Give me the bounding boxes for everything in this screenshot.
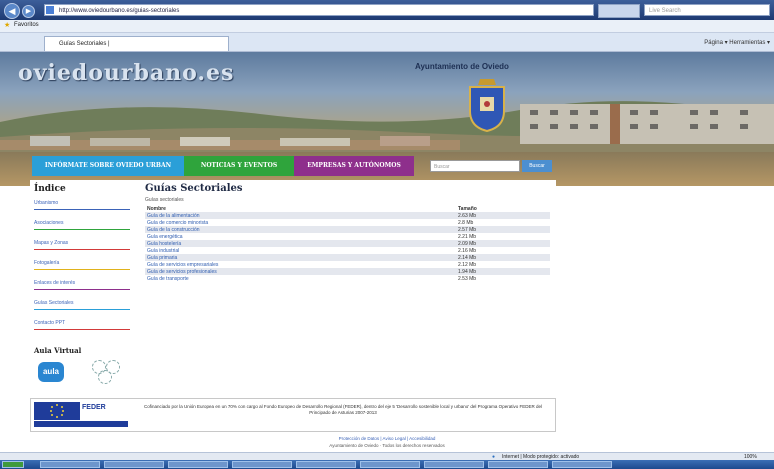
favorites-bar: ★ Favoritos — [0, 20, 774, 33]
table-row: Guía industrial 2.16 Mb — [145, 247, 550, 254]
aula-virtual-title: Aula Virtual — [34, 346, 82, 355]
feder-description: Cofinanciado por la Unión Europea en un … — [144, 404, 542, 415]
page-title: Guías Sectoriales — [145, 183, 243, 194]
refresh-stop-buttons[interactable] — [598, 4, 640, 18]
table-body: Guía de la alimentación 2.63 Mb Guía de co… — [145, 212, 550, 282]
taskbar-item[interactable] — [488, 461, 548, 468]
guide-link[interactable]: Guía de transporte — [145, 275, 456, 282]
site-logo[interactable]: oviedourbano.es — [18, 60, 234, 86]
table-row: Guía hostelería 2.09 Mb — [145, 240, 550, 247]
guide-size: 2.63 Mb — [456, 212, 550, 219]
column-header-size: Tamaño — [458, 205, 477, 212]
table-row: Guía de la construcción 2.57 Mb — [145, 226, 550, 233]
guide-link[interactable]: Guía hostelería — [145, 240, 456, 247]
table-row: Guía energética 2.21 Mb — [145, 233, 550, 240]
table-header-row: Nombre Tamaño — [145, 205, 550, 212]
sidebar-item-divider — [34, 249, 130, 250]
aula-virtual-logo[interactable]: aula — [36, 358, 130, 386]
page-subtitle: Guías sectoriales — [145, 197, 184, 203]
menu-item-empresas[interactable]: EMPRESAS Y AUTÓNOMOS — [294, 156, 414, 176]
guide-size: 2.09 Mb — [456, 240, 550, 247]
table-row: Guía de servicios profesionales 1.94 Mb — [145, 268, 550, 275]
table-row: Guía de la alimentación 2.63 Mb — [145, 212, 550, 219]
eu-flag-icon — [34, 402, 80, 420]
main-menu: INFÓRMATE SOBRE OVIEDO URBAN NOTICIAS Y … — [0, 156, 774, 176]
feder-strip — [34, 421, 128, 427]
guide-link[interactable]: Guía de la alimentación — [145, 212, 456, 219]
tab-guias-sectoriales[interactable]: Guías Sectoriales | — [44, 36, 229, 51]
forward-button[interactable]: ▶ — [22, 5, 35, 18]
start-button[interactable] — [2, 461, 24, 468]
taskbar-item[interactable] — [40, 461, 100, 468]
guides-table: Nombre Tamaño Guía de la alimentación 2.6… — [145, 205, 550, 282]
coat-of-arms-icon — [469, 79, 505, 132]
taskbar-item[interactable] — [424, 461, 484, 468]
taskbar-item[interactable] — [168, 461, 228, 468]
site-search-input[interactable]: Buscar — [430, 160, 520, 172]
guide-link[interactable]: Guía de la construcción — [145, 226, 456, 233]
sidebar-item-divider — [34, 229, 130, 230]
aula-logo-text: aula — [38, 362, 64, 382]
sidebar-item-divider — [34, 269, 130, 270]
sidebar-item-divider — [34, 289, 130, 290]
footer-links[interactable]: Protección de Datos | Aviso Legal | Acce… — [0, 436, 774, 441]
guide-link[interactable]: Guía de comercio minorista — [145, 219, 456, 226]
guide-size: 2.16 Mb — [458, 247, 477, 254]
taskbar-item[interactable] — [232, 461, 292, 468]
guide-size: 2.8 Mb — [458, 219, 474, 226]
menu-item-informate[interactable]: INFÓRMATE SOBRE OVIEDO URBAN — [32, 156, 184, 176]
table-row: Guía primaria 2.14 Mb — [145, 254, 550, 261]
guide-size: 2.21 Mb — [458, 233, 477, 240]
command-bar[interactable]: Página ▾ Herramientas ▾ — [580, 38, 770, 48]
guide-size: 2.57 Mb — [456, 226, 550, 233]
sidebar-item-divider — [34, 209, 130, 210]
column-header-name: Nombre — [147, 205, 166, 212]
sidebar-item-divider — [34, 329, 130, 330]
taskbar-item[interactable] — [360, 461, 420, 468]
menu-item-noticias[interactable]: NOTICIAS Y EVENTOS — [184, 156, 294, 176]
favorites-star-icon[interactable]: ★ — [4, 21, 10, 29]
guide-link[interactable]: Guía primaria — [145, 254, 456, 261]
guide-size: 2.12 Mb — [458, 261, 477, 268]
guide-size: 2.53 Mb — [458, 275, 477, 282]
guide-link[interactable]: Guía de servicios empresariales — [145, 261, 456, 268]
sidebar-title: Índice — [34, 184, 66, 194]
city-council-title: Ayuntamiento de Oviedo — [415, 62, 509, 71]
feder-logo: FEDER — [82, 404, 106, 411]
back-button[interactable]: ◀ — [4, 3, 20, 19]
address-bar[interactable]: http://www.oviedourbano.es/guias-sectori… — [44, 4, 594, 16]
guide-link[interactable]: Guía energética — [145, 233, 456, 240]
taskbar-item[interactable] — [296, 461, 356, 468]
guide-size: 1.94 Mb — [456, 268, 550, 275]
guide-link[interactable]: Guía de servicios profesionales — [145, 268, 456, 275]
table-row: Guía de comercio minorista 2.8 Mb — [145, 219, 550, 226]
taskbar-item[interactable] — [104, 461, 164, 468]
apartment-buildings-image — [520, 104, 774, 144]
browser-search-input[interactable]: Live Search — [644, 4, 770, 16]
guide-link[interactable]: Guía industrial — [145, 247, 456, 254]
footer-copyright: Ayuntamiento de Oviedo · Todos los derec… — [329, 443, 445, 448]
sidebar-item-divider — [34, 309, 130, 310]
favorites-label[interactable]: Favoritos — [14, 22, 39, 28]
taskbar-item[interactable] — [552, 461, 612, 468]
site-search-button[interactable]: Buscar — [522, 160, 552, 172]
page-icon — [46, 6, 54, 14]
table-row: Guía de transporte 2.53 Mb — [145, 275, 550, 282]
guide-size: 2.14 Mb — [456, 254, 550, 261]
table-row: Guía de servicios empresariales 2.12 Mb — [145, 261, 550, 268]
